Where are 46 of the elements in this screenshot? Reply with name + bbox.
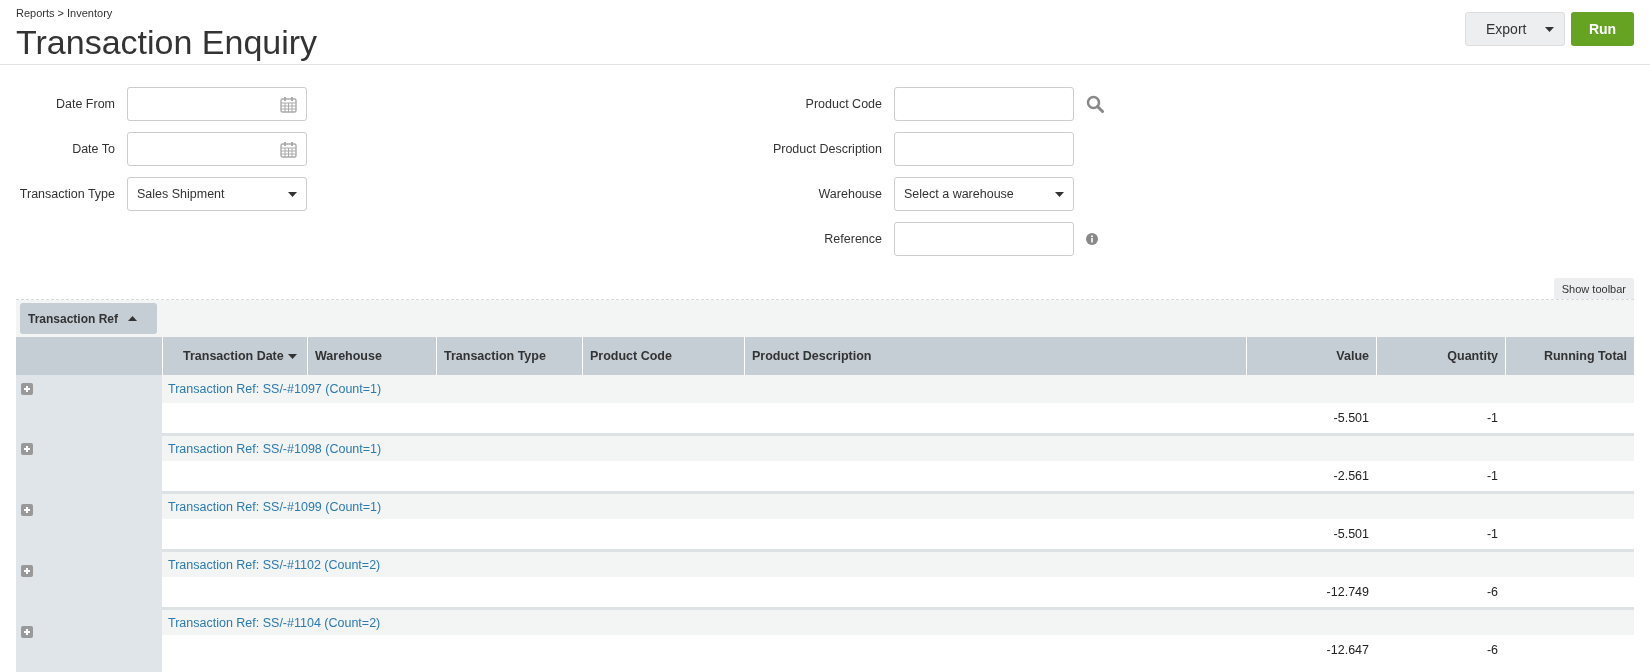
group-link[interactable]: Transaction Ref: SS/-#1102 (Count=2) [168,557,381,572]
info-icon [1086,233,1098,245]
input-field[interactable] [894,87,1074,121]
table-cell-text: -5.501 [1332,410,1370,427]
table-cell-text: -6 [1485,584,1499,601]
field-label: Date To [71,142,115,156]
group-link[interactable]: Transaction Ref: SS/-#1104 (Count=2) [168,615,381,630]
export-button[interactable]: Export [1465,12,1565,46]
table-cell-text: -12.647 [1325,642,1370,659]
table-cell-text: -1 [1485,526,1499,543]
table-cell-text: -12.749 [1325,584,1370,601]
breadcrumb[interactable]: Reports > Inventory [16,7,113,19]
table-cell-text: -1 [1485,410,1499,427]
field-label: Reference [823,232,882,246]
caret-icon [288,191,297,197]
show-toolbar-button[interactable]: Show toolbar [1553,278,1634,299]
input-field[interactable] [894,132,1074,166]
dropdown[interactable]: Sales Shipment [127,177,307,211]
field-label: Warehouse [817,187,882,201]
caret-icon [1545,26,1554,32]
field-label: Transaction Type [18,187,115,201]
input-field[interactable] [894,222,1074,256]
table-cell-text: -6 [1485,642,1499,659]
table-cell-text: -5.501 [1332,526,1370,543]
field-label: Product Description [771,142,882,156]
caret-icon [1055,191,1064,197]
dropdown[interactable]: Select a warehouse [894,177,1074,211]
field-label: Product Code [804,97,882,111]
table-cell-text: -1 [1485,468,1499,485]
expand-icon[interactable] [21,383,33,395]
date-field[interactable] [127,87,307,121]
group-link[interactable]: Transaction Ref: SS/-#1097 (Count=1) [168,382,382,396]
group-link[interactable]: Transaction Ref: SS/-#1099 (Count=1) [168,499,382,514]
group-chip[interactable]: Transaction Ref [20,303,157,334]
page-title: Transaction Enquiry [16,23,318,62]
search-icon[interactable] [1086,95,1104,113]
date-field[interactable] [127,132,307,166]
expand-icon[interactable] [21,503,33,516]
expand-icon[interactable] [21,564,33,577]
table-cell-text: -2.561 [1332,468,1370,485]
expand-icon[interactable] [21,442,33,455]
calendar-icon[interactable] [280,95,297,113]
group-link[interactable]: Transaction Ref: SS/-#1098 (Count=1) [168,441,382,456]
calendar-icon[interactable] [280,140,297,158]
field-label: Date From [54,97,115,111]
expand-icon[interactable] [21,625,33,638]
